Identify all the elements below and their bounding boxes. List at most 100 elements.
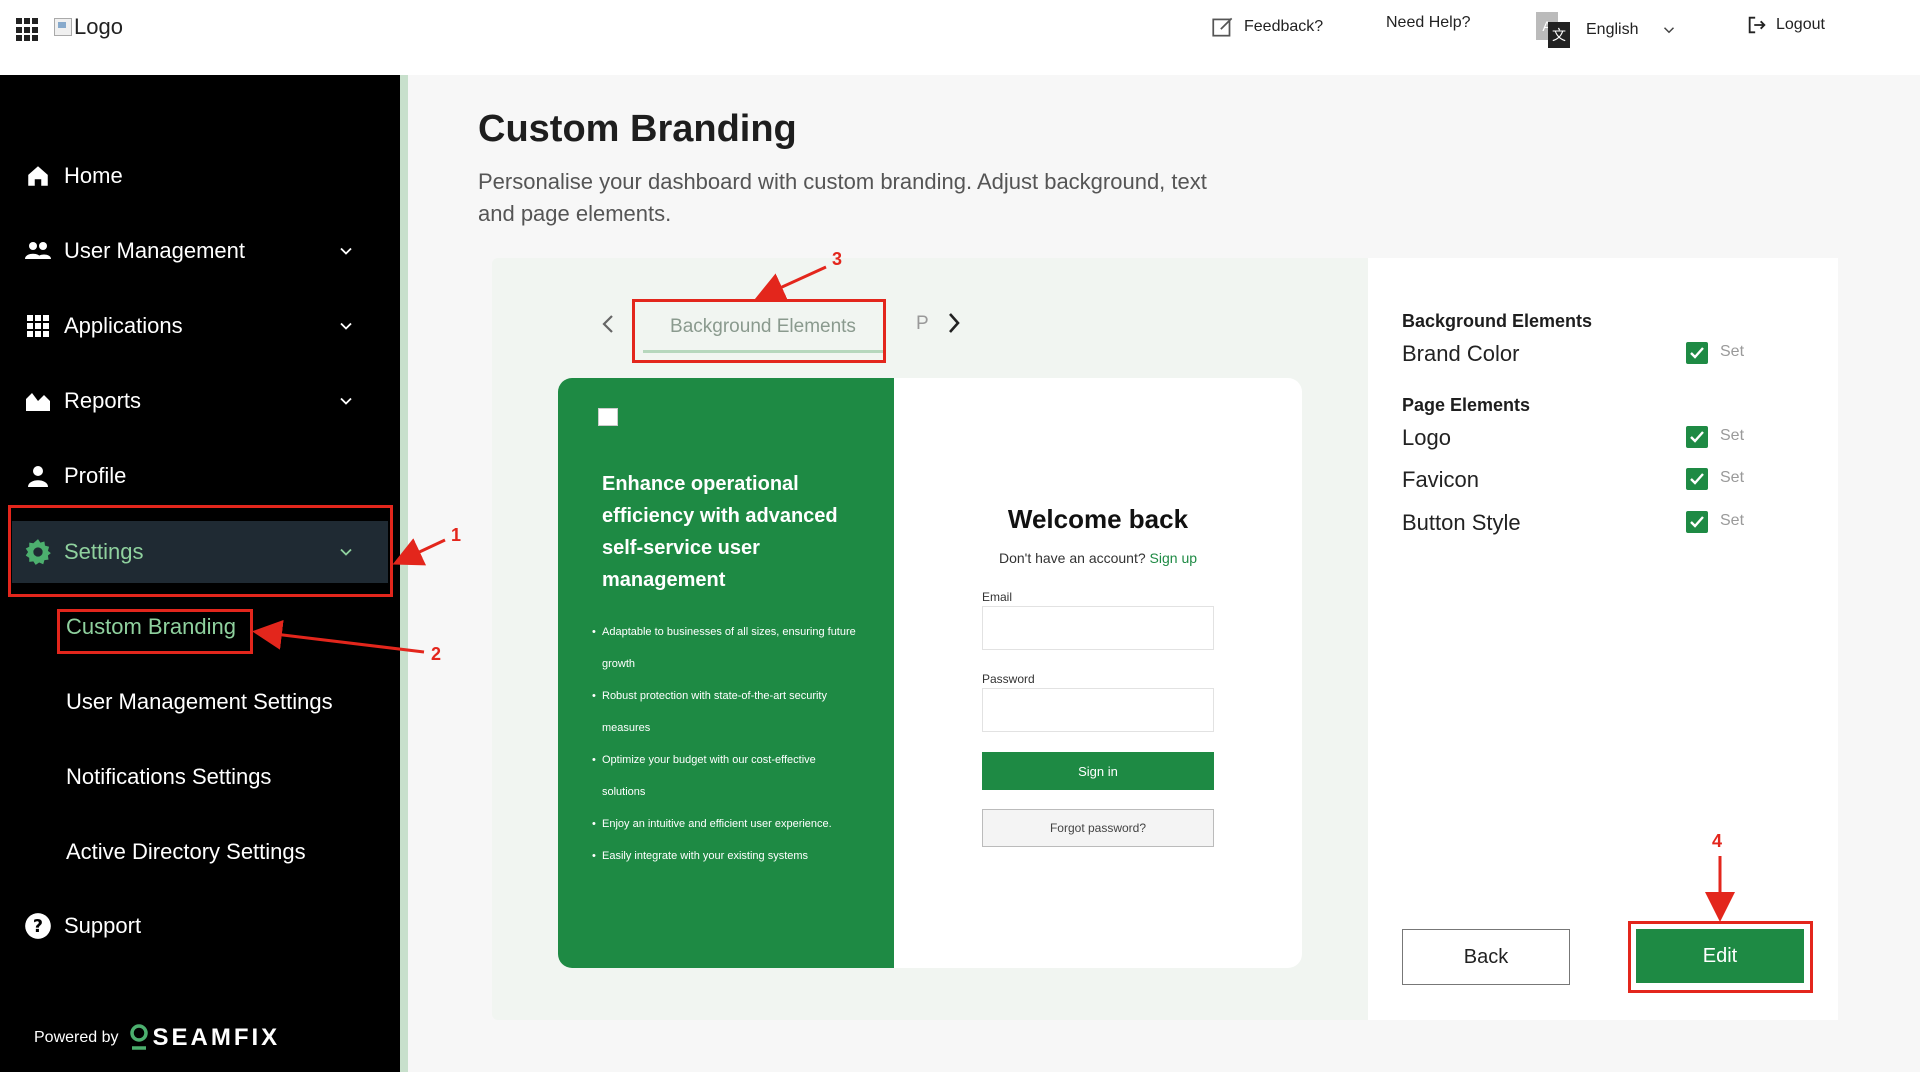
list-item: Enjoy an intuitive and efficient user ex… (592, 808, 862, 840)
login-preview: Enhance operational efficiency with adva… (558, 378, 1302, 968)
logout-icon (1748, 16, 1766, 34)
preview-headline: Enhance operational efficiency with adva… (602, 473, 838, 591)
powered-by-label: Powered by (34, 1029, 119, 1046)
page-title: Custom Branding (478, 108, 797, 150)
logo-alt-text: Logo (74, 14, 123, 39)
sidebar-subitem-notifications-settings[interactable]: Notifications Settings (66, 764, 271, 790)
annotation-box-custom-branding (57, 609, 253, 654)
list-item: Easily integrate with your existing syst… (592, 840, 862, 872)
sidebar-subitem-active-directory-settings[interactable]: Active Directory Settings (66, 839, 306, 865)
annotation-box-edit (1628, 921, 1813, 993)
check-icon (1690, 431, 1704, 443)
sidebar-item-applications[interactable]: Applications (0, 296, 400, 356)
check-icon (1690, 347, 1704, 359)
seamfix-brand-text: SEAMFIX (152, 1024, 281, 1051)
users-icon (24, 237, 52, 265)
email-field[interactable] (982, 606, 1214, 650)
back-button[interactable]: Back (1402, 929, 1570, 985)
annotation-number-2: 2 (431, 644, 442, 664)
preview-feature-list: Adaptable to businesses of all sizes, en… (592, 616, 862, 872)
sidebar-item-profile[interactable]: Profile (0, 446, 400, 506)
branding-settings-panel (1368, 258, 1838, 1020)
tab-prev-chevron-icon[interactable] (598, 312, 618, 336)
sidebar-scrollbar[interactable] (400, 75, 408, 1072)
logo[interactable]: Logo (54, 14, 123, 40)
page-elements-heading: Page Elements (1402, 395, 1531, 415)
person-icon (24, 462, 52, 490)
preview-login-form: Welcome back Don't have an account? Sign… (894, 378, 1302, 968)
logo-status: Set (1720, 427, 1745, 444)
help-label: Need Help? (1386, 14, 1471, 31)
sidebar-item-label: Reports (64, 388, 142, 413)
favicon-label: Favicon (1402, 467, 1480, 492)
chevron-down-icon (340, 397, 352, 405)
annotation-number-3: 3 (832, 249, 843, 269)
annotation-number-1: 1 (451, 525, 462, 545)
email-label: Email (982, 590, 1013, 604)
sidebar-item-user-management[interactable]: User Management (0, 221, 400, 281)
sign-in-button[interactable]: Sign in (982, 752, 1214, 790)
password-field[interactable] (982, 688, 1214, 732)
reports-icon (24, 387, 52, 415)
logout-button[interactable]: Logout (1746, 14, 1825, 36)
edit-icon (1212, 17, 1233, 37)
preview-brand-panel: Enhance operational efficiency with adva… (558, 378, 894, 968)
translate-icon: A文 (1536, 12, 1572, 48)
annotation-box-tab (632, 299, 886, 363)
top-bar: Logo Feedback? Need Help? A文 English Log… (0, 0, 1920, 75)
list-item: Optimize your budget with our cost-effec… (592, 744, 862, 808)
apps-grid-icon (24, 312, 52, 340)
signup-link[interactable]: Sign up (1150, 550, 1197, 566)
annotation-box-settings (8, 505, 393, 597)
button-style-checkbox[interactable] (1686, 511, 1708, 533)
sidebar-item-support[interactable]: ? Support (0, 896, 400, 956)
list-item: Adaptable to businesses of all sizes, en… (592, 616, 862, 680)
annotation-number-4: 4 (1712, 831, 1723, 851)
home-icon (24, 162, 52, 190)
seamfix-mark-icon (129, 1024, 148, 1050)
svg-text:?: ? (33, 917, 43, 937)
sidebar-item-reports[interactable]: Reports (0, 371, 400, 431)
sidebar-subitem-user-management-settings[interactable]: User Management Settings (66, 689, 333, 715)
brand-color-label: Brand Color (1402, 341, 1520, 366)
sidebar-item-label: Home (64, 163, 123, 188)
page-description: Personalise your dashboard with custom b… (478, 169, 1207, 226)
sidebar-item-label: Profile (64, 463, 127, 488)
help-circle-icon: ? (24, 912, 52, 940)
list-item: Robust protection with state-of-the-art … (592, 680, 862, 744)
chevron-down-icon (340, 247, 352, 255)
favicon-checkbox[interactable] (1686, 468, 1708, 490)
feedback-link[interactable]: Feedback? (1210, 14, 1323, 40)
button-style-status: Set (1720, 512, 1745, 529)
logo-label: Logo (1402, 425, 1451, 450)
help-link[interactable]: Need Help? (1386, 14, 1471, 32)
favicon-status: Set (1720, 469, 1745, 486)
chevron-down-icon (340, 322, 352, 330)
check-icon (1690, 516, 1704, 528)
welcome-heading: Welcome back (1007, 504, 1189, 534)
check-icon (1690, 473, 1704, 485)
sidebar-item-label: Applications (64, 313, 183, 338)
tab-page-elements-partial[interactable]: P (916, 313, 929, 335)
feedback-label: Feedback? (1244, 18, 1324, 35)
signup-prompt: Don't have an account? Sign up (894, 550, 1302, 566)
sidebar-item-label: User Management (64, 238, 245, 263)
broken-image-icon (598, 408, 618, 426)
no-account-text: Don't have an account? (998, 550, 1146, 566)
logout-label: Logout (1776, 16, 1825, 33)
broken-image-icon (54, 18, 72, 36)
logo-checkbox[interactable] (1686, 426, 1708, 448)
brand-color-checkbox[interactable] (1686, 342, 1708, 364)
app-launcher-icon[interactable] (16, 18, 40, 42)
brand-color-status: Set (1720, 343, 1745, 360)
language-label: English (1586, 21, 1639, 38)
tab-next-chevron-icon[interactable] (944, 310, 964, 336)
chevron-down-icon (1664, 27, 1675, 34)
language-selector[interactable]: A文 English (1536, 12, 1678, 48)
sidebar-item-home[interactable]: Home (0, 146, 400, 206)
powered-by: Powered by SEAMFIX (34, 1024, 280, 1052)
password-label: Password (982, 672, 1035, 686)
forgot-password-button[interactable]: Forgot password? (982, 809, 1214, 847)
sidebar-item-label: Support (64, 913, 142, 938)
button-style-label: Button Style (1402, 510, 1521, 535)
